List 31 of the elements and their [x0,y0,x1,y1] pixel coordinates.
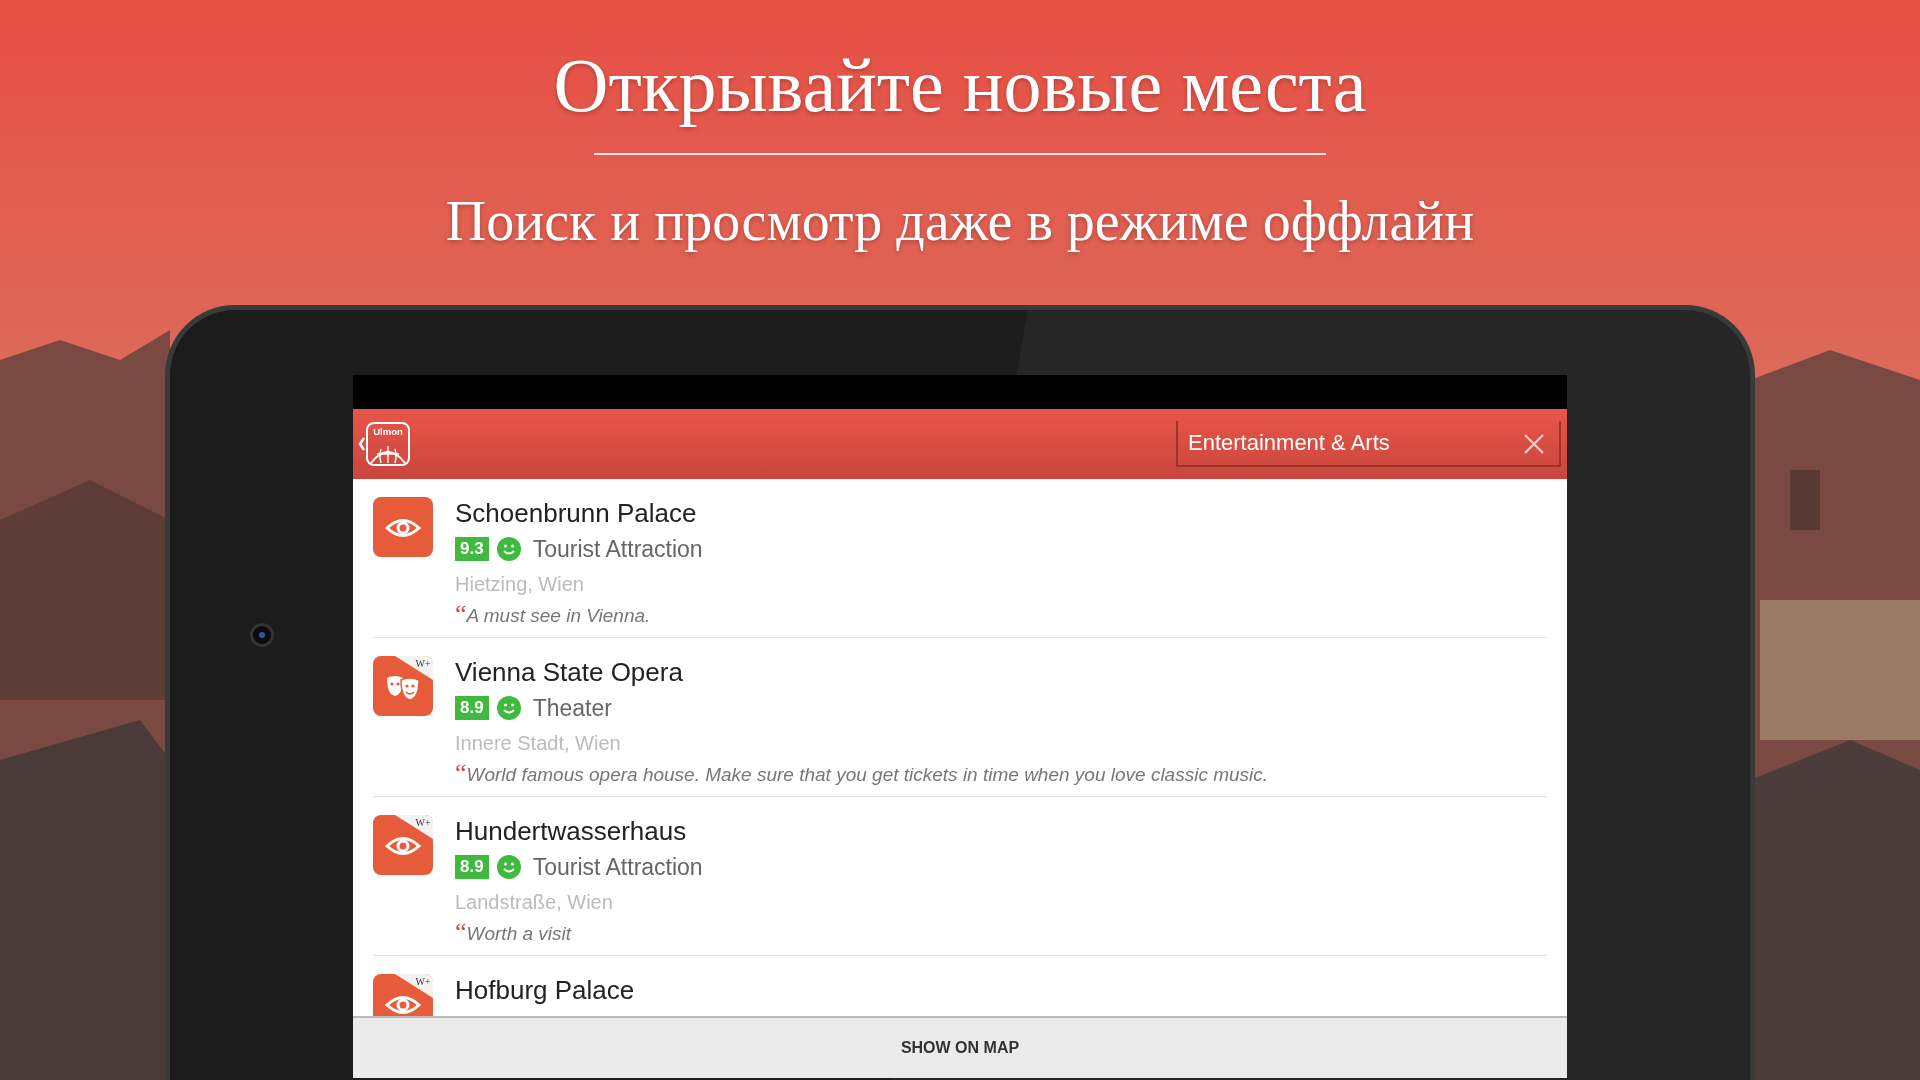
eye-icon: W+ [373,815,433,875]
quote-mark-icon: “ [455,603,467,629]
place-name: Vienna State Opera [455,656,684,688]
smiley-icon [496,855,521,879]
rating-badge: 8.9 [455,696,489,720]
place-category: Tourist Attraction [532,853,703,881]
headline: Открывайте новые места [553,42,1367,129]
place-review: Worth a visit [466,922,572,946]
smiley-icon [496,696,521,720]
place-category: Theater [532,694,612,722]
place-name: Hofburg Palace [455,974,635,1006]
quote-mark-icon: “ [455,921,467,947]
theater-masks-icon: W+ [373,656,433,716]
eye-icon [373,497,433,557]
rating-badge: 9.3 [455,537,489,561]
camera-icon [249,623,274,647]
show-on-map-button[interactable]: SHOW ON MAP [353,1016,1567,1078]
search-field[interactable]: Entertainment & Arts [1176,421,1561,467]
quote-mark-icon: “ [455,762,467,788]
eye-icon: W+ [373,974,433,1016]
place-review: World famous opera house. Make sure that you get tickets in time when you love classic music. [466,763,1269,787]
place-name: Hundertwasserhaus [455,815,688,847]
place-location: Landstraße, Wien [455,890,614,915]
rating-badge: 8.9 [455,855,489,879]
place-category: Tourist Attraction [532,535,703,563]
place-location: Hietzing, Wien [455,572,585,597]
place-review: A must see in Vienna. [466,604,651,628]
subheadline: Поиск и просмотр даже в режиме оффлайн [445,189,1475,254]
place-location: Innere Stadt, Wien [455,731,622,756]
smiley-icon [496,537,521,561]
place-name: Schoenbrunn Palace [455,497,698,529]
